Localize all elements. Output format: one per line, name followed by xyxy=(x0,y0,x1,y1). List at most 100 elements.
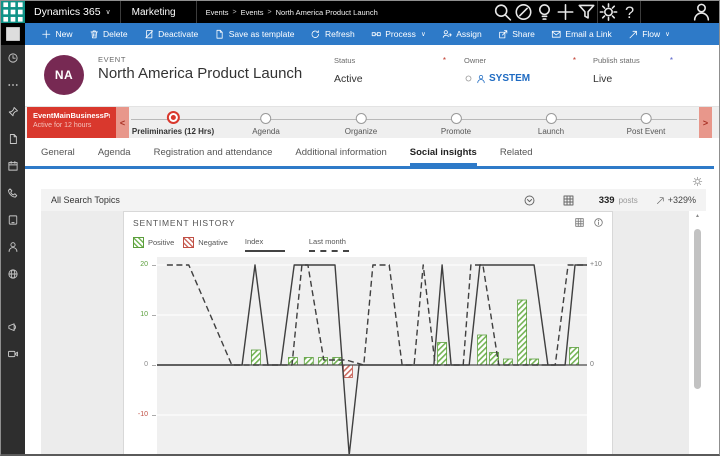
breadcrumb-item[interactable]: Events xyxy=(206,8,229,17)
cmd-flow[interactable]: Flow∨ xyxy=(620,29,678,40)
cmd-share[interactable]: Share xyxy=(490,29,543,40)
dynamics-home-link[interactable]: Dynamics 365 ∨ xyxy=(34,6,111,18)
cmd-email-a-link[interactable]: Email a Link xyxy=(543,29,620,40)
stage-label: Organize xyxy=(345,127,377,136)
widget-title: SENTIMENT HISTORY xyxy=(133,218,235,228)
header-field-owner: Owner * SYSTEM xyxy=(464,56,576,84)
scroll-up-arrow-icon[interactable]: ▲ xyxy=(693,213,702,219)
sidebar-pin-icon[interactable] xyxy=(7,106,19,118)
stage-circle-icon[interactable] xyxy=(261,113,272,124)
process-name-box[interactable]: EventMainBusinessProce... Active for 12 … xyxy=(27,107,116,139)
app-name[interactable]: Marketing xyxy=(121,7,187,18)
sidebar-calendar-icon[interactable] xyxy=(7,160,19,172)
cmd-refresh[interactable]: Refresh xyxy=(302,29,362,40)
header-field-status: Status*Active xyxy=(334,56,446,85)
field-label: Owner xyxy=(464,56,486,65)
posts-label: posts xyxy=(619,196,638,205)
sidebar-globe-icon[interactable] xyxy=(7,268,19,280)
trend-indicator: +329% xyxy=(656,195,696,205)
process-stage-organize[interactable]: Organize xyxy=(345,111,377,136)
table-view-icon[interactable] xyxy=(574,217,585,228)
required-marker: * xyxy=(573,56,576,65)
posts-count: 339 xyxy=(599,195,615,206)
search-icon[interactable] xyxy=(492,1,513,23)
trash-icon xyxy=(89,29,100,40)
sidebar-page-icon[interactable] xyxy=(7,133,19,145)
cmd-save-as-template[interactable]: Save as template xyxy=(206,29,302,40)
cmd-delete[interactable]: Delete xyxy=(81,29,136,40)
tick-mark xyxy=(152,415,156,416)
vertical-scrollbar[interactable]: ▲ xyxy=(693,213,702,450)
tab-general[interactable]: General xyxy=(41,147,75,166)
stage-circle-icon[interactable] xyxy=(450,113,461,124)
info-icon[interactable] xyxy=(593,217,604,228)
breadcrumb: Events>Events>North America Product Laun… xyxy=(197,8,378,17)
sidebar-contact-icon[interactable] xyxy=(7,241,19,253)
cmd-label: Save as template xyxy=(229,29,295,39)
app-launcher-button[interactable] xyxy=(1,1,25,23)
app-window: Dynamics 365 ∨ Marketing Events>Events>N… xyxy=(0,0,720,456)
gear-icon[interactable] xyxy=(598,1,619,23)
process-stage-launch[interactable]: Launch xyxy=(538,111,564,136)
scrollbar-thumb[interactable] xyxy=(694,229,701,389)
stage-circle-icon[interactable] xyxy=(641,113,652,124)
legend-label: Index xyxy=(245,237,285,246)
funnel-icon[interactable] xyxy=(576,1,597,23)
process-stage-promote[interactable]: Promote xyxy=(441,111,471,136)
cmd-assign[interactable]: Assign xyxy=(434,29,490,40)
cmd-label: New xyxy=(56,29,73,39)
tab-agenda[interactable]: Agenda xyxy=(98,147,131,166)
search-topic-bar[interactable]: All Search Topics 339 posts +329% xyxy=(41,189,706,211)
widgets-canvas: SENTIMENT HISTORY PositiveNegativeIndexL… xyxy=(41,211,689,454)
topbar-icons: ? xyxy=(492,1,719,23)
breadcrumb-item[interactable]: Events xyxy=(241,8,264,17)
cmd-deactivate[interactable]: Deactivate xyxy=(136,29,207,40)
tab-additional-information[interactable]: Additional information xyxy=(295,147,386,166)
legend-label: Last month xyxy=(309,237,349,246)
stage-circle-icon[interactable] xyxy=(546,113,557,124)
process-scroll-right-button[interactable]: > xyxy=(699,107,712,139)
process-stage-agenda[interactable]: Agenda xyxy=(252,111,280,136)
share-icon xyxy=(498,29,509,40)
chevron-down-icon: ∨ xyxy=(665,30,670,38)
stage-circle-icon[interactable] xyxy=(166,111,179,124)
trend-up-icon xyxy=(656,196,665,205)
add-icon[interactable] xyxy=(555,1,576,23)
chevron-down-icon: ∨ xyxy=(421,30,426,38)
top-navigation-bar: Dynamics 365 ∨ Marketing Events>Events>N… xyxy=(1,1,719,23)
sidebar-tablet-icon[interactable] xyxy=(7,214,19,226)
mail-icon xyxy=(551,29,562,40)
tab-related[interactable]: Related xyxy=(500,147,533,166)
process-stage-post-event[interactable]: Post Event xyxy=(627,111,666,136)
sidebar-more-icon[interactable] xyxy=(7,79,19,91)
cmd-process[interactable]: Process∨ xyxy=(363,29,434,40)
field-value[interactable]: SYSTEM xyxy=(464,73,576,84)
collapse-circle-icon[interactable] xyxy=(523,194,536,207)
tab-registration-and-attendance[interactable]: Registration and attendance xyxy=(154,147,273,166)
user-icon[interactable] xyxy=(691,1,712,23)
tab-social-insights[interactable]: Social insights xyxy=(410,147,477,166)
owner-link[interactable]: SYSTEM xyxy=(489,73,530,84)
site-map-sidebar xyxy=(1,45,25,454)
stage-circle-icon[interactable] xyxy=(356,113,367,124)
process-scroll-left-button[interactable]: < xyxy=(116,107,129,139)
process-stage-preliminaries[interactable]: Preliminaries (12 Hrs) xyxy=(132,111,214,136)
y-axis-left-tick: 0 xyxy=(126,361,148,368)
lightbulb-icon[interactable] xyxy=(534,1,555,23)
svg-text:?: ? xyxy=(625,4,634,22)
breadcrumb-item[interactable]: North America Product Launch xyxy=(276,8,378,17)
field-value[interactable]: Live xyxy=(593,73,673,85)
legend-label: Positive xyxy=(148,238,174,247)
sidebar-phone-icon[interactable] xyxy=(7,187,19,199)
sidebar-video-icon[interactable] xyxy=(7,348,19,360)
field-value[interactable]: Active xyxy=(334,73,446,85)
cmd-label: Assign xyxy=(456,29,482,39)
sidebar-megaphone-icon[interactable] xyxy=(7,321,19,333)
sidebar-recent-icon[interactable] xyxy=(7,52,19,64)
help-icon[interactable]: ? xyxy=(619,1,640,23)
user-icon xyxy=(476,74,486,84)
gear-icon[interactable] xyxy=(692,176,703,187)
grid-icon[interactable] xyxy=(562,194,575,207)
cmd-new[interactable]: New xyxy=(33,29,81,40)
task-check-icon[interactable] xyxy=(513,1,534,23)
